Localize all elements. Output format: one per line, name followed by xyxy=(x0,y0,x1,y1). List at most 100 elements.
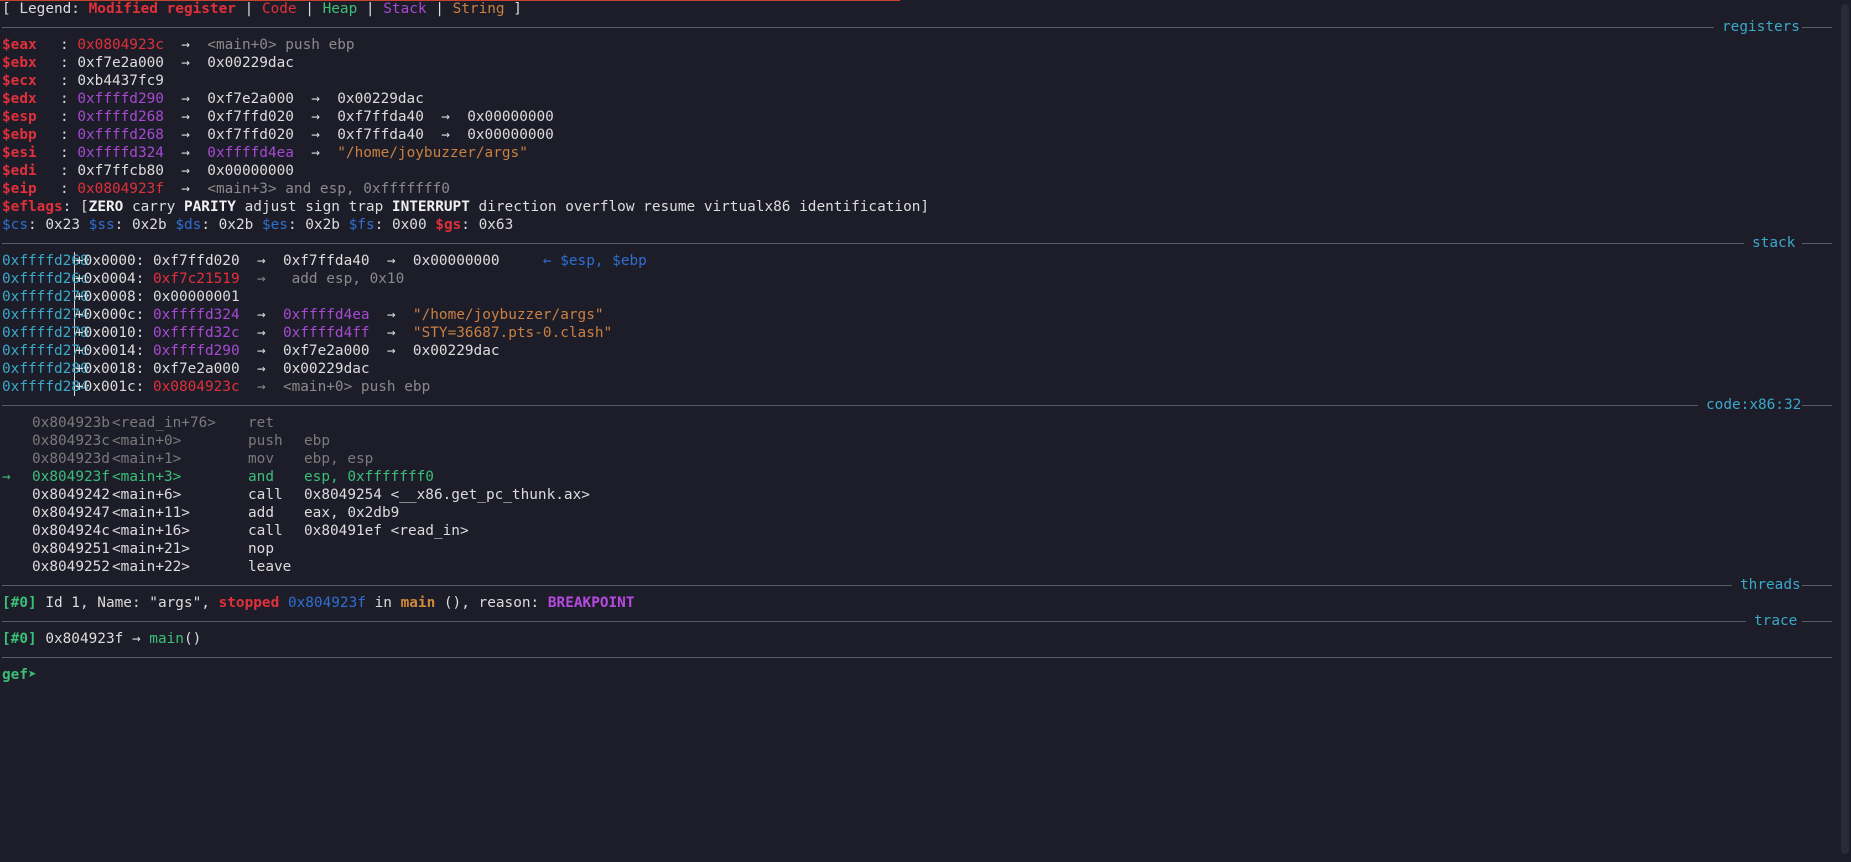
flag-zero: ZERO xyxy=(88,199,124,215)
stack-value: 0xf7ffd020 xyxy=(152,253,240,269)
register-row: $eip: 0x0804923f → <main+3> and esp, 0xf… xyxy=(2,181,450,197)
instruction-row: 0x804923d <main+1> mov ebp, esp xyxy=(2,450,1832,468)
stack-deref-value: 0xffffd4ea xyxy=(282,307,370,323)
code-panel: 0x804923b <read_in+76> ret 0x804923c <main+0… xyxy=(2,414,1832,576)
segment-name: $ds xyxy=(175,217,202,233)
stack-address: 0xffffd268 xyxy=(2,252,89,270)
stack-offset: +0x000c: xyxy=(75,307,153,323)
trace-separator: trace xyxy=(2,612,1832,630)
current-instruction-arrow xyxy=(2,486,32,504)
register-row: $edx: 0xffffd290 → 0xf7e2a000 → 0x00229d… xyxy=(2,91,424,107)
eflags-line: $eflags: [ZERO carry PARITY adjust sign … xyxy=(2,198,1832,216)
register-name: $ebp xyxy=(2,127,37,143)
prompt-line[interactable]: gef➤ xyxy=(2,666,1832,684)
gef-terminal[interactable]: [ Legend: Modified register | Code | Hea… xyxy=(2,0,1832,684)
registers-separator: registers xyxy=(2,18,1832,36)
stack-row: 0xffffd280+0x0018: 0xf7e2a000 → 0x00229d… xyxy=(2,360,1832,378)
current-instruction-arrow xyxy=(2,450,32,468)
trace-paren: () xyxy=(183,631,202,647)
flags-rest: direction overflow resume virtualx86 ide… xyxy=(469,199,930,215)
separator-rule xyxy=(2,585,1732,586)
legend-sep: | xyxy=(296,1,323,17)
instruction-mnemonic: push xyxy=(248,433,283,449)
instruction-operands: eax, 0x2db9 xyxy=(304,505,400,521)
thread-state: stopped xyxy=(218,595,280,611)
stack-offset: +0x0010: xyxy=(75,325,153,341)
register-chain-code: <main+3> and esp, 0xfffffff0 xyxy=(207,181,450,197)
register-name: $eip xyxy=(2,181,37,197)
register-row: $eax: 0x0804923c → <main+0> push ebp xyxy=(2,37,355,53)
separator-rule xyxy=(2,405,1698,406)
segment-value: 0x63 xyxy=(478,217,514,233)
register-value: 0xb4437fc9 xyxy=(77,73,164,89)
instruction-address: 0x804923b xyxy=(32,415,110,431)
stack-address: 0xffffd26c xyxy=(2,270,89,288)
segment-name: $cs xyxy=(2,217,28,233)
instruction-symbol: <read_in+76> xyxy=(112,415,216,431)
separator-rule-right xyxy=(1802,27,1832,28)
stack-chain: → <main+0> push ebp xyxy=(239,379,431,395)
stack-address: 0xffffd27c xyxy=(2,342,89,360)
separator-rule-right xyxy=(1802,243,1832,244)
legend-sep: | xyxy=(235,1,262,17)
segment-value: 0x2b xyxy=(131,217,167,233)
stack-chain: → add esp, 0x10 xyxy=(239,271,405,287)
stack-row: 0xffffd274+0x000c: 0xffffd324 → 0xffffd4… xyxy=(2,306,604,324)
thread-reason: BREAKPOINT xyxy=(547,595,635,611)
current-instruction-arrow xyxy=(2,540,32,558)
legend-line: [ Legend: Modified register | Code | Hea… xyxy=(2,0,1832,18)
scrollbar-thumb[interactable] xyxy=(1841,4,1849,854)
register-value: 0x0804923c xyxy=(77,37,164,53)
stack-separator: stack xyxy=(2,234,1832,252)
trace-section-label: trace xyxy=(1746,612,1806,630)
instruction-address: 0x804923d xyxy=(32,451,110,467)
instruction-row: 0x8049252 <main+22> leave xyxy=(2,558,1832,576)
register-name: $esp xyxy=(2,109,37,125)
gef-prompt: gef➤ xyxy=(2,667,37,683)
stack-value: 0xf7e2a000 xyxy=(152,361,240,377)
register-chain-value: 0xffffd4ea xyxy=(207,145,294,161)
scrollbar[interactable] xyxy=(1839,0,1851,862)
register-name: $esi xyxy=(2,145,37,161)
thread-address: 0x804923f xyxy=(287,595,366,611)
thread-info: Id 1, Name: "args", xyxy=(36,595,219,611)
instruction-row: 0x804923c <main+0> push ebp xyxy=(2,432,1832,450)
stack-value: 0xffffd290 xyxy=(152,343,240,359)
register-value: 0xf7e2a000 xyxy=(77,55,164,71)
register-row: $ebx: 0xf7e2a000 → 0x00229dac xyxy=(2,55,294,71)
stack-section-label: stack xyxy=(1744,234,1804,252)
register-value: 0xf7ffcb80 xyxy=(77,163,164,179)
stack-row: 0xffffd284+0x001c: 0x0804923c → <main+0>… xyxy=(2,378,1832,396)
instruction-address: 0x8049252 xyxy=(32,559,110,575)
instruction-symbol: <main+22> xyxy=(112,559,190,575)
instruction-symbol: <main+11> xyxy=(112,505,190,521)
separator-rule xyxy=(2,657,1832,658)
registers-section-label: registers xyxy=(1714,18,1808,36)
current-instruction-arrow xyxy=(2,522,32,540)
instruction-mnemonic: leave xyxy=(248,559,292,575)
register-chain: → 0x00000000 xyxy=(163,163,294,179)
instruction-row: 0x8049242 <main+6> call 0x8049254 <__x86.ge… xyxy=(2,486,1832,504)
register-name: $ebx xyxy=(2,55,37,71)
register-name: $edx xyxy=(2,91,37,107)
thread-index: [#0] xyxy=(2,595,37,611)
register-chain: → 0x00229dac xyxy=(163,55,294,71)
instruction-symbol: <main+3> xyxy=(112,469,182,485)
instruction-address: 0x8049247 xyxy=(32,505,110,521)
separator-rule xyxy=(2,27,1714,28)
stack-offset: +0x001c: xyxy=(75,379,153,395)
segment-registers-line: $cs: 0x23 $ss: 0x2b $ds: 0x2b $es: 0x2b … xyxy=(2,217,514,233)
stack-offset: +0x0000: xyxy=(75,253,153,269)
flags-mid: adjust sign trap xyxy=(235,199,392,215)
thread-function: main xyxy=(400,595,436,611)
instruction-address: 0x8049242 xyxy=(32,487,110,503)
legend-code: Code xyxy=(261,1,297,17)
trace-function: main xyxy=(149,631,184,647)
separator-rule xyxy=(2,243,1744,244)
stack-offset: +0x0008: xyxy=(75,289,153,305)
flag-parity: PARITY xyxy=(183,199,236,215)
legend-stack: Stack xyxy=(383,1,427,17)
instruction-symbol: <main+21> xyxy=(112,541,190,557)
threads-section-label: threads xyxy=(1732,576,1809,594)
segment-name: $es xyxy=(261,217,288,233)
